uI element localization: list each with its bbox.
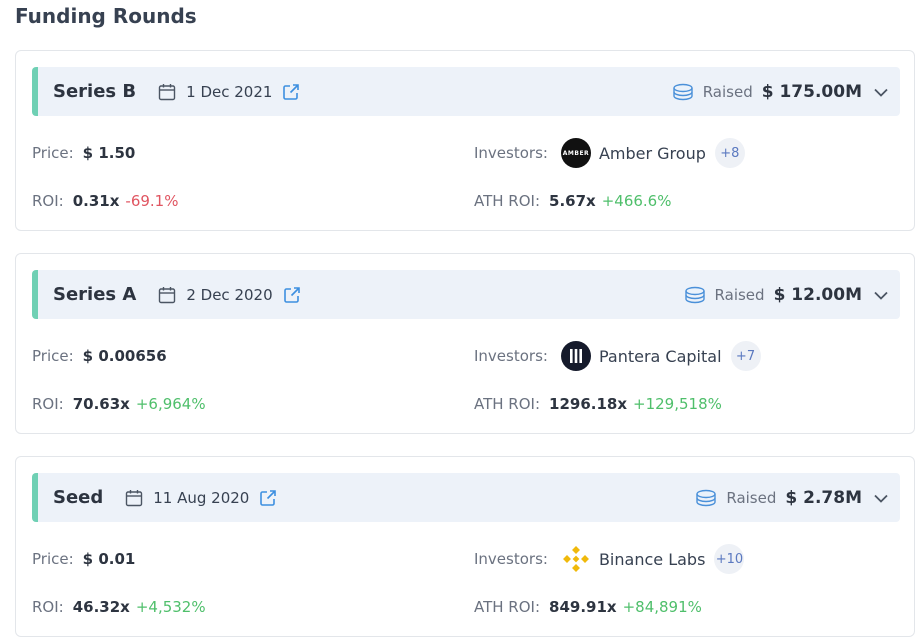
roi-value: 46.32x	[72, 598, 130, 616]
investors-label: Investors:	[474, 144, 548, 162]
price-value: $ 1.50	[82, 144, 136, 162]
roi-label: ROI:	[32, 192, 64, 210]
ath-roi-value: 849.91x	[549, 598, 617, 616]
funding-round-card: Seed 11 Aug 2020 Raised $ 2.78M Price: $…	[15, 456, 915, 637]
chevron-down-icon[interactable]	[872, 286, 890, 304]
coins-icon	[671, 82, 695, 102]
price-label: Price:	[32, 550, 74, 568]
ath-roi-row: ATH ROI: 849.91x +84,891%	[474, 595, 702, 619]
chevron-down-icon[interactable]	[872, 83, 890, 101]
raised-label: Raised	[714, 285, 765, 304]
roi-row: ROI: 70.63x +6,964%	[32, 392, 206, 416]
round-name: Series A	[53, 284, 137, 305]
chevron-down-icon[interactable]	[872, 489, 890, 507]
raised-label: Raised	[726, 488, 777, 507]
calendar-icon	[125, 489, 143, 507]
amber-logo-text: AMBER	[562, 149, 590, 157]
raised-amount: $ 12.00M	[773, 284, 862, 305]
coins-icon	[694, 488, 718, 508]
investors-row: Investors: Binance Labs +10	[474, 543, 745, 575]
price-row: Price: $ 1.50	[32, 141, 135, 165]
investor-name[interactable]: Binance Labs	[599, 550, 705, 569]
ath-roi-change: +466.6%	[601, 192, 672, 210]
funding-round-card: Series A 2 Dec 2020 Raised $ 12.00M Pric…	[15, 253, 915, 434]
amber-group-logo-icon[interactable]: AMBER	[560, 138, 591, 168]
external-link-icon[interactable]	[283, 286, 301, 304]
investors-label: Investors:	[474, 347, 548, 365]
price-row: Price: $ 0.00656	[32, 344, 167, 368]
more-investors-badge[interactable]: +10	[714, 544, 745, 574]
roi-value: 70.63x	[72, 395, 130, 413]
ath-roi-row: ATH ROI: 1296.18x +129,518%	[474, 392, 722, 416]
price-value: $ 0.00656	[82, 347, 167, 365]
investors-row: Investors: Pantera Capital +7	[474, 340, 761, 372]
raised-amount: $ 175.00M	[761, 81, 862, 102]
roi-row: ROI: 0.31x -69.1%	[32, 189, 178, 213]
roi-value: 0.31x	[72, 192, 120, 210]
price-label: Price:	[32, 347, 74, 365]
external-link-icon[interactable]	[282, 83, 300, 101]
ath-roi-label: ATH ROI:	[474, 192, 541, 210]
more-investors-badge[interactable]: +7	[730, 341, 761, 371]
price-row: Price: $ 0.01	[32, 547, 135, 571]
ath-roi-label: ATH ROI:	[474, 598, 541, 616]
raised-label: Raised	[702, 82, 753, 101]
roi-change: -69.1%	[125, 192, 179, 210]
page-title: Funding Rounds	[15, 4, 197, 28]
ath-roi-change: +84,891%	[622, 598, 702, 616]
round-name: Seed	[53, 487, 104, 508]
round-header[interactable]: Series B 1 Dec 2021 Raised $ 175.00M	[32, 67, 900, 116]
binance-labs-logo-icon[interactable]	[561, 544, 591, 574]
round-date: 11 Aug 2020	[153, 488, 250, 507]
coins-icon	[683, 285, 707, 305]
investor-name[interactable]: Pantera Capital	[599, 347, 722, 366]
roi-label: ROI:	[32, 598, 64, 616]
roi-row: ROI: 46.32x +4,532%	[32, 595, 206, 619]
round-header[interactable]: Seed 11 Aug 2020 Raised $ 2.78M	[32, 473, 900, 522]
pantera-capital-logo-icon[interactable]	[560, 341, 591, 371]
calendar-icon	[158, 83, 176, 101]
ath-roi-value: 5.67x	[549, 192, 596, 210]
price-label: Price:	[32, 144, 74, 162]
ath-roi-row: ATH ROI: 5.67x +466.6%	[474, 189, 671, 213]
round-date: 2 Dec 2020	[186, 285, 273, 304]
ath-roi-value: 1296.18x	[549, 395, 628, 413]
round-date: 1 Dec 2021	[186, 82, 273, 101]
price-value: $ 0.01	[82, 550, 136, 568]
roi-change: +4,532%	[135, 598, 206, 616]
raised-amount: $ 2.78M	[785, 487, 862, 508]
investor-name[interactable]: Amber Group	[599, 144, 706, 163]
roi-label: ROI:	[32, 395, 64, 413]
investors-label: Investors:	[474, 550, 548, 568]
round-header[interactable]: Series A 2 Dec 2020 Raised $ 12.00M	[32, 270, 900, 319]
ath-roi-label: ATH ROI:	[474, 395, 541, 413]
external-link-icon[interactable]	[259, 489, 277, 507]
calendar-icon	[158, 286, 176, 304]
funding-round-card: Series B 1 Dec 2021 Raised $ 175.00M Pri…	[15, 50, 915, 231]
round-name: Series B	[53, 81, 137, 102]
ath-roi-change: +129,518%	[633, 395, 722, 413]
more-investors-badge[interactable]: +8	[714, 138, 745, 168]
investors-row: Investors: AMBER Amber Group +8	[474, 137, 745, 169]
roi-change: +6,964%	[135, 395, 206, 413]
